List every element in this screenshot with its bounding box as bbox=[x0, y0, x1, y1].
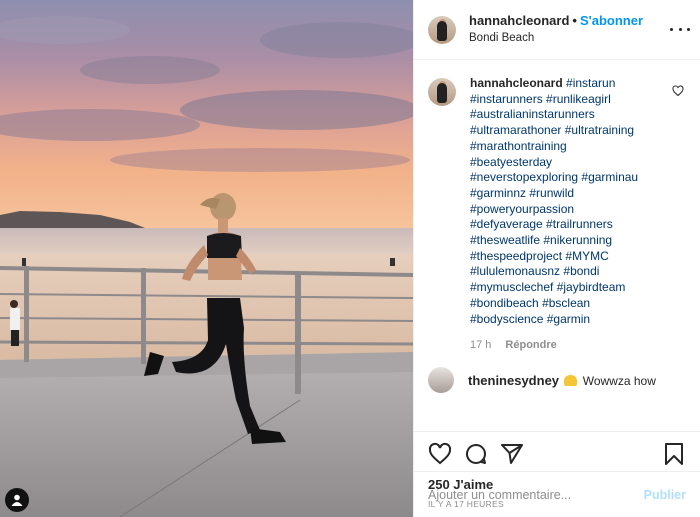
post-side-panel: hannahcleonard • S'abonner Bondi Beach h… bbox=[413, 0, 700, 517]
hashtag-line[interactable]: #lululemonausnz #bondi bbox=[470, 264, 660, 280]
hashtag-line[interactable]: #neverstopexploring #garminau bbox=[470, 170, 660, 186]
hashtag-line[interactable]: #thespeedproject #MYMC bbox=[470, 249, 660, 265]
hashtag-line[interactable]: #bodyscience #garmin bbox=[470, 312, 660, 328]
caption-text: hannahcleonard #instarun #instarunners #… bbox=[470, 76, 660, 327]
caption-age: 17 h bbox=[470, 339, 492, 352]
share-icon[interactable] bbox=[500, 442, 524, 466]
hashtag-line[interactable]: #defyaverage #trailrunners bbox=[470, 217, 660, 233]
post-comment-button[interactable]: Publier bbox=[644, 488, 686, 502]
location-link[interactable]: Bondi Beach bbox=[469, 30, 643, 46]
post-header: hannahcleonard • S'abonner Bondi Beach bbox=[414, 0, 700, 60]
caption-meta: 17 h Répondre bbox=[470, 339, 686, 351]
post-actions bbox=[414, 431, 700, 475]
hashtag-line[interactable]: #australianinstarunners bbox=[470, 107, 660, 123]
hashtag-line[interactable]: #beatyesterday bbox=[470, 155, 660, 171]
hashtag-line[interactable]: #garminnz #runwild bbox=[470, 186, 660, 202]
comment-input[interactable] bbox=[428, 487, 644, 502]
heart-icon[interactable] bbox=[428, 442, 452, 466]
person-tag-icon bbox=[11, 494, 23, 506]
hashtag-line[interactable]: #bondibeach #bsclean bbox=[470, 296, 660, 312]
reply-button[interactable]: Répondre bbox=[505, 339, 556, 351]
commenter-username[interactable]: theninesydney bbox=[468, 373, 559, 388]
hashtag-line[interactable]: #marathontraining bbox=[470, 139, 660, 155]
comment-item: theninesydney Wowwza how bbox=[428, 367, 686, 394]
comments-section[interactable]: hannahcleonard #instarun #instarunners #… bbox=[414, 60, 700, 431]
comment-like-icon[interactable] bbox=[672, 85, 684, 97]
hashtag-line[interactable]: #thesweatlife #nikerunning bbox=[470, 233, 660, 249]
hashtag-line[interactable]: #poweryourpassion bbox=[470, 202, 660, 218]
person-tag-button[interactable] bbox=[5, 488, 29, 512]
more-options-icon[interactable] bbox=[670, 20, 690, 38]
instagram-post: hannahcleonard • S'abonner Bondi Beach h… bbox=[0, 0, 700, 517]
hashtag-line[interactable]: #instarun bbox=[566, 76, 615, 90]
post-photo[interactable] bbox=[0, 0, 413, 517]
hashtag-line[interactable]: #instarunners #runlikeagirl bbox=[470, 92, 660, 108]
caption-username[interactable]: hannahcleonard bbox=[470, 76, 563, 90]
hashtag-line[interactable]: #mymusclechef #jaybirdteam bbox=[470, 280, 660, 296]
header-separator: • bbox=[572, 13, 577, 28]
header-username[interactable]: hannahcleonard bbox=[469, 13, 569, 29]
follow-button[interactable]: S'abonner bbox=[580, 13, 643, 29]
hashtag-line[interactable]: #ultramarathoner #ultratraining bbox=[470, 123, 660, 139]
comment-icon[interactable] bbox=[464, 442, 488, 466]
add-comment-bar: Publier bbox=[414, 471, 700, 517]
yellow-heart-emoji-icon bbox=[564, 374, 578, 386]
bookmark-icon[interactable] bbox=[662, 442, 686, 466]
caption: hannahcleonard #instarun #instarunners #… bbox=[428, 76, 686, 327]
caption-avatar[interactable] bbox=[428, 78, 456, 106]
comment-text: Wowwza how bbox=[582, 373, 656, 388]
commenter-avatar[interactable] bbox=[428, 367, 454, 394]
avatar[interactable] bbox=[428, 15, 456, 44]
beach-running-photo bbox=[0, 0, 413, 517]
